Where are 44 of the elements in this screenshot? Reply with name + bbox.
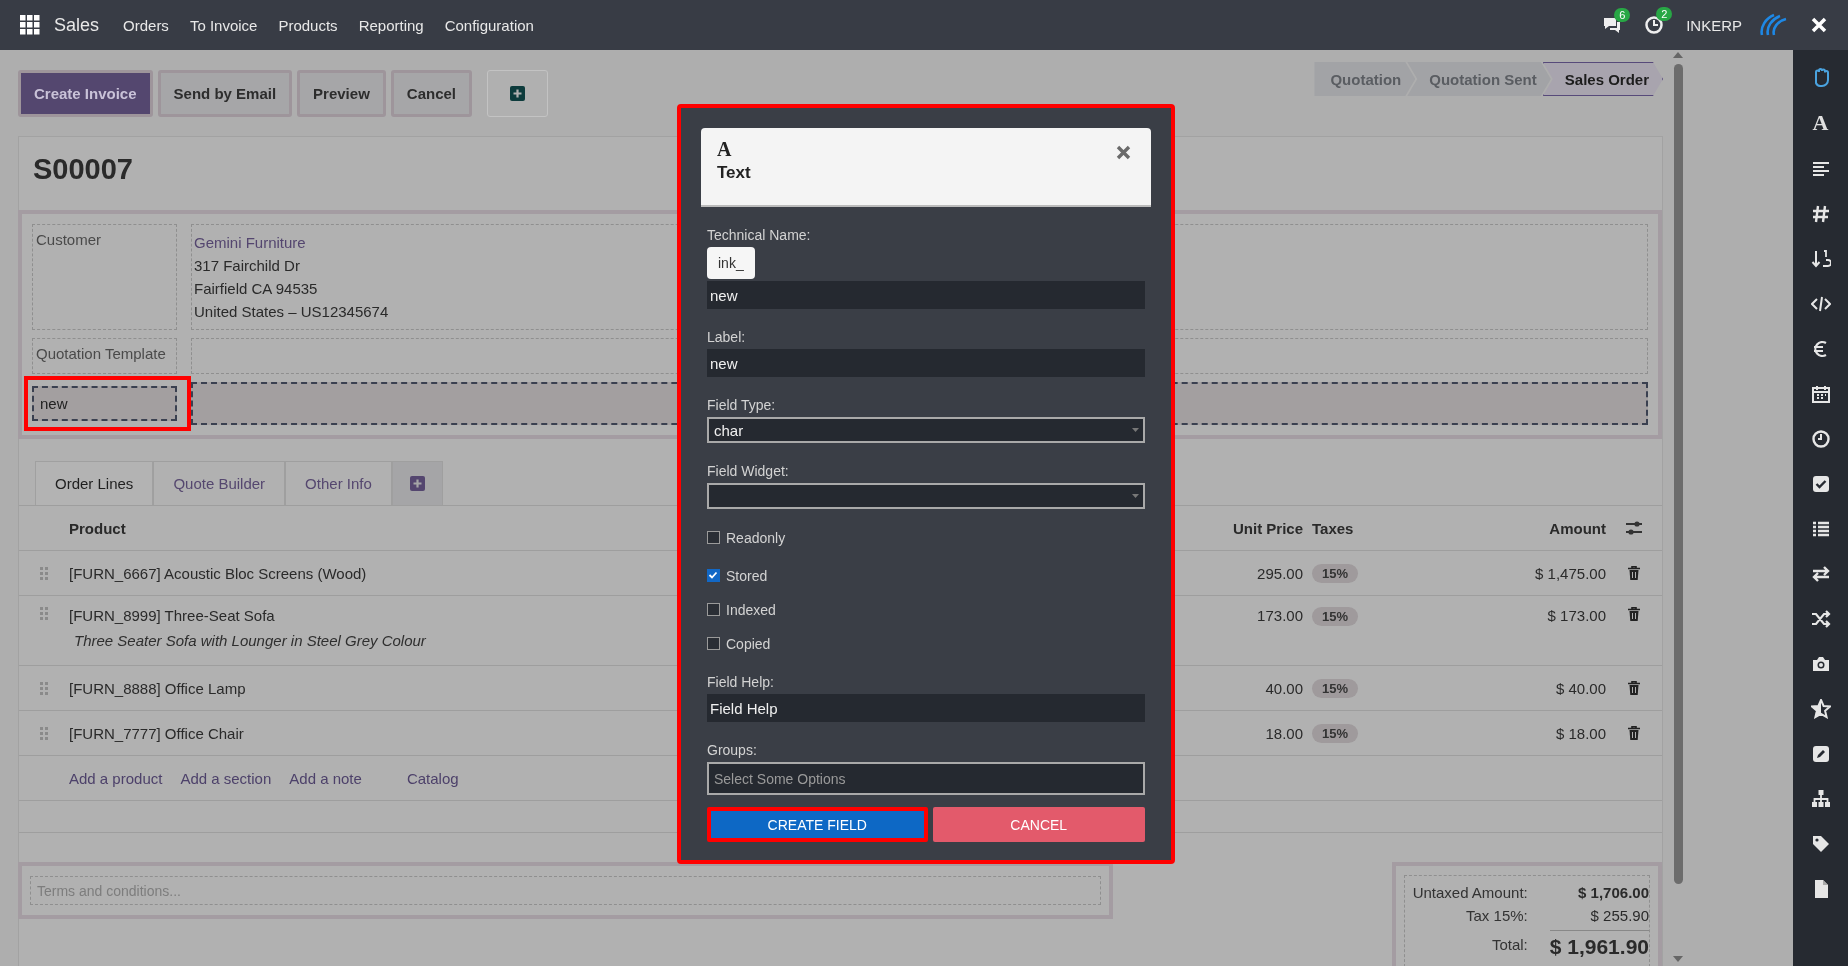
field-label: Field Help: [707, 674, 774, 690]
total-label: Untaxed Amount: [1411, 884, 1528, 901]
total-value: $ 1,706.00 [1577, 884, 1649, 901]
field-label: Field Widget: [707, 463, 789, 479]
field-label: Quotation Template [32, 338, 177, 374]
total-label: Tax 15%: [1465, 907, 1528, 924]
line-amount: $ 18.00 [1555, 724, 1606, 742]
activity-count: 2 [1656, 7, 1673, 21]
field-label: Field Type: [707, 397, 776, 413]
field-label: Technical Name: [707, 227, 811, 243]
field-label: Groups: [707, 742, 757, 758]
line-amount: $ 173.00 [1547, 607, 1606, 624]
font-icon: A [717, 138, 732, 160]
tax-tag: 15% [1312, 607, 1359, 626]
total-label: Total: [1490, 936, 1528, 953]
address-line: United States – US12345674 [194, 302, 389, 322]
column-header: Taxes [1312, 519, 1354, 537]
line-amount: $ 1,475.00 [1535, 564, 1606, 582]
tax-tag: 15% [1312, 678, 1359, 698]
field-label: Customer [32, 224, 177, 330]
address-line: 317 Fairchild Dr [194, 256, 300, 276]
unit-price: 18.00 [1265, 724, 1303, 742]
total-value: $ 1,961.90 [1549, 930, 1649, 959]
column-header: Amount [1549, 519, 1606, 537]
checkbox-label: Indexed [726, 601, 776, 618]
column-header: Product [69, 519, 126, 537]
product-description: Three Seater Sofa with Lounger in Steel Grey Colour [74, 632, 426, 649]
checkbox-label: Stored [726, 567, 768, 584]
unit-price: 40.00 [1265, 679, 1303, 697]
field-label: Label: [707, 329, 746, 345]
line-amount: $ 40.00 [1555, 679, 1606, 697]
record-title: S00007 [32, 152, 134, 187]
total-value: $ 255.90 [1589, 907, 1649, 924]
tax-tag: 15% [1312, 563, 1359, 583]
unit-price: 173.00 [1257, 607, 1303, 624]
column-header: Unit Price [1232, 519, 1303, 537]
message-count: 6 [1614, 8, 1631, 22]
dialog-title: Text [717, 163, 751, 183]
checkbox-label: Copied [726, 635, 771, 652]
prefix-tag: ink_ [707, 247, 755, 279]
tax-tag: 15% [1312, 723, 1359, 743]
address-line: Fairfield CA 94535 [194, 279, 318, 299]
checkbox-label: Readonly [726, 529, 786, 546]
unit-price: 295.00 [1257, 564, 1303, 582]
